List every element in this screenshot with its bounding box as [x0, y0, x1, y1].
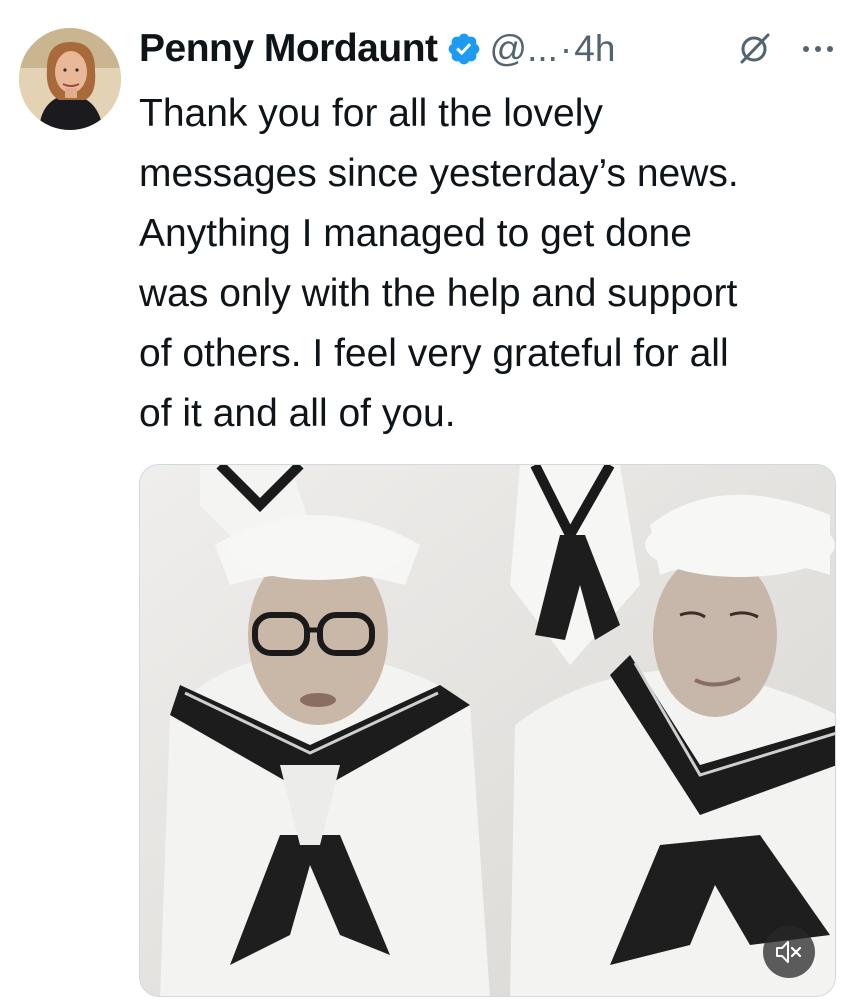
tweet-text-line: of it and all of you. [139, 392, 456, 435]
verified-badge-icon[interactable] [446, 31, 482, 67]
tweet-text-line: messages since yesterday’s news. [139, 152, 739, 195]
more-icon[interactable] [797, 32, 839, 66]
mute-button[interactable] [763, 926, 815, 978]
tweet-video[interactable] [139, 464, 836, 997]
video-frame [140, 465, 835, 996]
grok-icon[interactable] [735, 30, 773, 68]
handle[interactable]: @... [490, 28, 558, 70]
tweet-text-line: Anything I managed to get done [139, 212, 692, 255]
tweet-text-line: Thank you for all the lovely [139, 92, 603, 135]
separator-dot: · [559, 28, 573, 69]
tweet-text-line: of others. I feel very grateful for all [139, 332, 729, 375]
mute-icon [776, 941, 802, 963]
tweet-text: Thank you for all the lovely messages si… [139, 84, 849, 444]
tweet[interactable]: Penny Mordaunt @... · 4h Thank you for a… [0, 0, 855, 1000]
timestamp[interactable]: 4h [574, 28, 615, 70]
tweet-text-line: was only with the help and support [139, 272, 738, 315]
display-name[interactable]: Penny Mordaunt [139, 27, 438, 71]
avatar[interactable] [19, 28, 121, 130]
tweet-header: Penny Mordaunt @... · 4h [139, 26, 839, 72]
